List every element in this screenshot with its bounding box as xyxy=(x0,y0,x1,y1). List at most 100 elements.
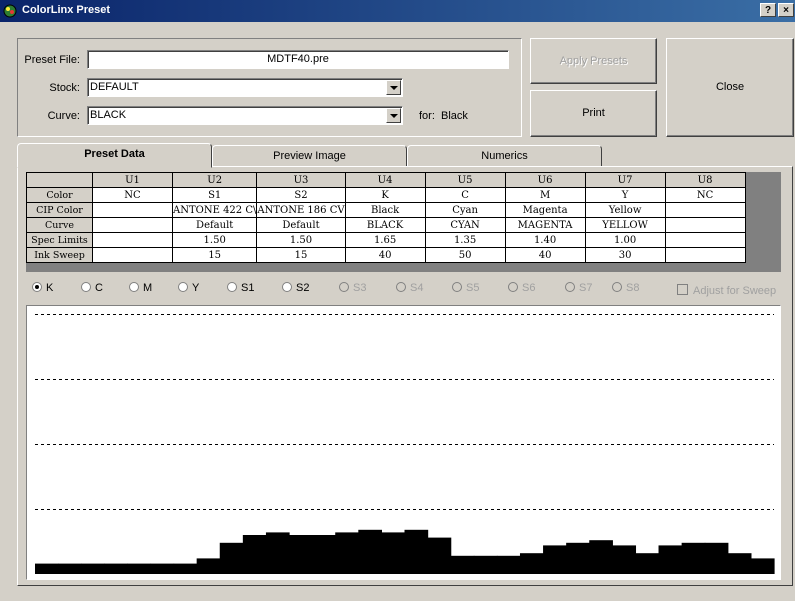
for-label: for: xyxy=(419,110,435,122)
table-cell[interactable]: Cyan xyxy=(424,202,506,218)
table-cell[interactable]: S1 xyxy=(171,187,258,203)
checkbox-box-icon xyxy=(677,284,688,295)
curve-bar xyxy=(335,532,359,574)
table-cell[interactable]: 1.35 xyxy=(424,232,506,248)
curve-bar xyxy=(750,558,775,574)
radio-on-icon xyxy=(32,282,42,292)
radio-s6[interactable]: S6 xyxy=(508,282,535,294)
table-cell[interactable]: NC xyxy=(664,187,746,203)
radio-y[interactable]: Y xyxy=(178,282,199,294)
preset-file-value: MDTF40.pre xyxy=(267,53,329,65)
table-cell[interactable]: Default xyxy=(256,217,346,233)
radio-s5[interactable]: S5 xyxy=(452,282,479,294)
table-cell[interactable] xyxy=(664,217,746,233)
curve-select[interactable]: BLACK xyxy=(87,106,403,125)
curve-bar xyxy=(265,532,290,574)
table-cell[interactable]: MAGENTA xyxy=(504,217,586,233)
column-header[interactable]: U4 xyxy=(344,172,426,188)
curve-bar xyxy=(635,553,660,574)
table-cell[interactable]: 40 xyxy=(344,247,426,263)
table-cell[interactable]: 30 xyxy=(584,247,666,263)
table-cell[interactable] xyxy=(92,247,173,263)
table-cell[interactable]: Yellow xyxy=(584,202,666,218)
table-cell[interactable]: 1.50 xyxy=(256,232,346,248)
table-cell[interactable]: K xyxy=(344,187,426,203)
table-cell[interactable] xyxy=(92,202,173,218)
table-cell[interactable]: CYAN xyxy=(424,217,506,233)
curve-bar xyxy=(196,558,221,574)
table-cell[interactable]: C xyxy=(424,187,506,203)
stock-dropdown-arrow-icon[interactable] xyxy=(386,80,401,95)
curve-bar xyxy=(150,563,175,574)
tab-preview-image[interactable]: Preview Image xyxy=(212,145,407,167)
preset-data-table: U1 U2 U3 U4 U5 U6 U7 U8 Color NC S1 S2 K… xyxy=(26,172,746,263)
table-cell[interactable] xyxy=(92,232,173,248)
radio-off-icon xyxy=(178,282,188,292)
radio-off-icon xyxy=(129,282,139,292)
preset-file-field[interactable]: MDTF40.pre xyxy=(87,50,509,69)
table-cell[interactable]: S2 xyxy=(256,187,346,203)
table-cell[interactable]: M xyxy=(504,187,586,203)
tab-preset-data[interactable]: Preset Data xyxy=(17,143,212,168)
curve-bar xyxy=(519,553,544,574)
radio-s3[interactable]: S3 xyxy=(339,282,366,294)
column-header[interactable]: U5 xyxy=(424,172,506,188)
row-header: Spec Limits xyxy=(26,232,93,248)
table-cell[interactable]: 1.40 xyxy=(504,232,586,248)
table-cell[interactable]: BLACK xyxy=(344,217,426,233)
row-header: Curve xyxy=(26,217,93,233)
column-header[interactable]: U1 xyxy=(92,172,173,188)
column-header[interactable]: U7 xyxy=(584,172,666,188)
table-cell[interactable] xyxy=(92,217,173,233)
radio-s8[interactable]: S8 xyxy=(612,282,639,294)
radio-s2[interactable]: S2 xyxy=(282,282,309,294)
table-cell[interactable]: 1.65 xyxy=(344,232,426,248)
curve-bar xyxy=(704,542,729,574)
close-window-button[interactable]: × xyxy=(778,3,794,17)
table-cell[interactable]: 1.00 xyxy=(584,232,666,248)
table-cell[interactable]: YELLOW xyxy=(584,217,666,233)
curve-dropdown-arrow-icon[interactable] xyxy=(386,108,401,123)
close-button[interactable]: Close xyxy=(666,38,794,137)
column-header[interactable]: U8 xyxy=(664,172,746,188)
stock-select[interactable]: DEFAULT xyxy=(87,78,403,97)
column-header[interactable]: U6 xyxy=(504,172,586,188)
table-cell[interactable]: Magenta xyxy=(504,202,586,218)
radio-off-icon xyxy=(227,282,237,292)
table-cell[interactable] xyxy=(664,232,746,248)
radio-c[interactable]: C xyxy=(81,282,103,294)
radio-m[interactable]: M xyxy=(129,282,152,294)
table-cell[interactable] xyxy=(664,202,746,218)
radio-off-icon xyxy=(612,282,622,292)
table-cell[interactable]: Default xyxy=(171,217,258,233)
table-cell[interactable]: Y xyxy=(584,187,666,203)
radio-off-icon xyxy=(339,282,349,292)
tab-numerics[interactable]: Numerics xyxy=(407,145,602,167)
apply-presets-button[interactable]: Apply Presets xyxy=(530,38,657,84)
radio-label: Y xyxy=(192,282,200,294)
radio-label: S2 xyxy=(296,282,310,294)
table-cell[interactable]: 40 xyxy=(504,247,586,263)
help-button[interactable]: ? xyxy=(760,3,776,17)
curve-bar xyxy=(404,529,429,574)
column-header[interactable]: U2 xyxy=(171,172,258,188)
radio-s1[interactable]: S1 xyxy=(227,282,254,294)
table-row: CIP Color ANTONE 422 C\ ANTONE 186 CV Bl… xyxy=(26,202,746,218)
table-cell[interactable]: ANTONE 186 CV xyxy=(256,202,346,218)
table-cell[interactable]: 1.50 xyxy=(171,232,258,248)
adjust-for-sweep-checkbox[interactable]: Adjust for Sweep xyxy=(677,284,776,297)
radio-k[interactable]: K xyxy=(32,282,53,294)
table-cell[interactable]: 15 xyxy=(171,247,258,263)
table-cell[interactable]: 15 xyxy=(256,247,346,263)
table-cell[interactable]: Black xyxy=(344,202,426,218)
table-cell[interactable] xyxy=(664,247,746,263)
print-button[interactable]: Print xyxy=(530,90,657,137)
curve-value: BLACK xyxy=(90,109,127,121)
grid-corner-cell xyxy=(26,172,93,188)
table-cell[interactable]: NC xyxy=(92,187,173,203)
column-header[interactable]: U3 xyxy=(256,172,346,188)
table-cell[interactable]: ANTONE 422 C\ xyxy=(171,202,258,218)
radio-s4[interactable]: S4 xyxy=(396,282,423,294)
table-cell[interactable]: 50 xyxy=(424,247,506,263)
radio-s7[interactable]: S7 xyxy=(565,282,592,294)
